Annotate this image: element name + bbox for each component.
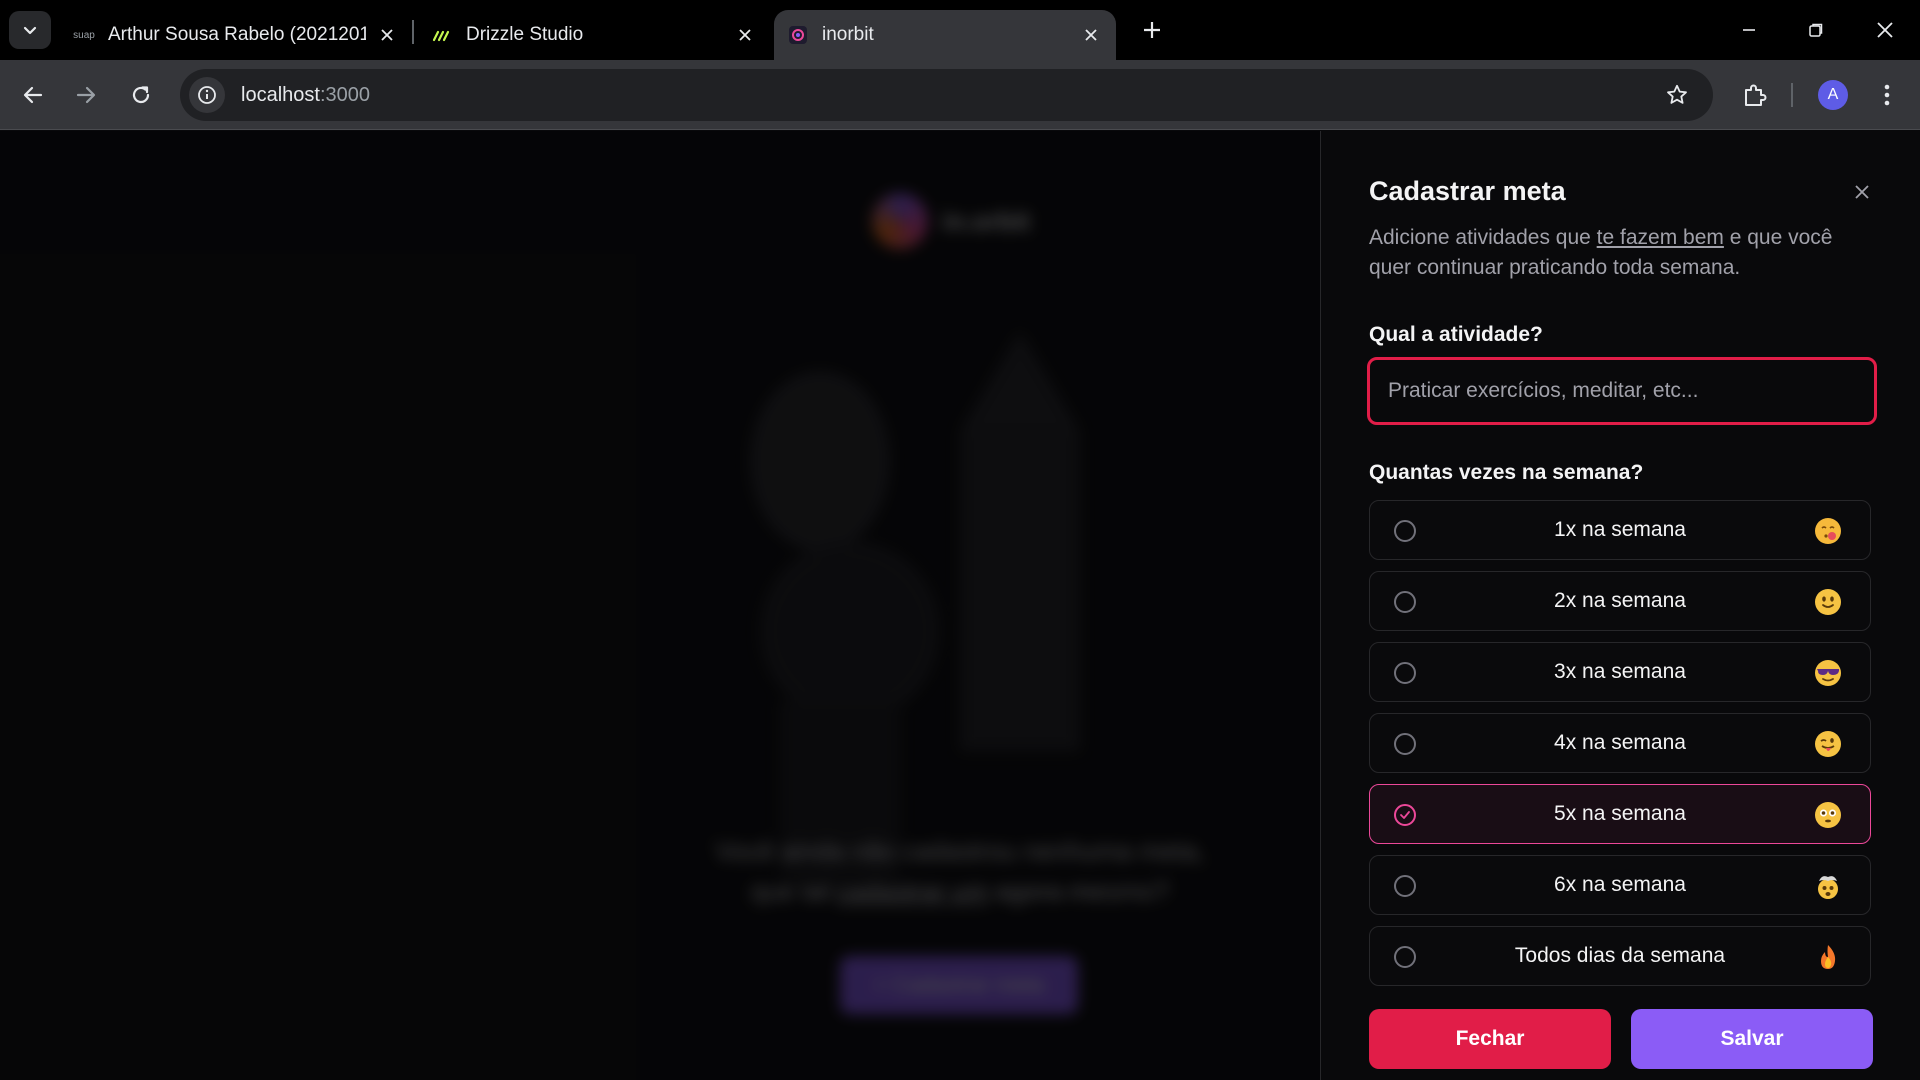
frequency-label: Quantas vezes na semana? xyxy=(1369,461,1644,484)
toolbar-separator xyxy=(1791,83,1793,107)
activity-label: Qual a atividade? xyxy=(1369,323,1543,346)
frequency-option-2x[interactable]: 2x na semana xyxy=(1369,571,1871,631)
tab-title: Arthur Sousa Rabelo (2021201 xyxy=(108,24,366,45)
browser-menu-icon[interactable] xyxy=(1870,78,1904,112)
profile-avatar[interactable]: A xyxy=(1818,80,1848,110)
address-bar[interactable]: localhost:3000 xyxy=(180,69,1713,121)
option-label: 5x na semana xyxy=(1554,802,1686,825)
close-window-button[interactable] xyxy=(1860,10,1910,50)
app-page: in.orbit Você ainda não cadastrou nenhum… xyxy=(0,131,1920,1080)
plus-icon xyxy=(1144,22,1160,38)
restore-icon xyxy=(1809,23,1823,37)
tab-separator xyxy=(412,20,414,44)
new-tab-button[interactable] xyxy=(1136,14,1168,46)
extensions-puzzle-icon[interactable] xyxy=(1738,78,1772,112)
activity-input[interactable] xyxy=(1367,357,1877,425)
frequency-option-every-day[interactable]: Todos dias da semana xyxy=(1369,926,1871,986)
winking-tongue-face-icon xyxy=(1815,731,1841,757)
option-label: Todos dias da semana xyxy=(1514,944,1726,967)
minimize-button[interactable] xyxy=(1724,10,1774,50)
url-text: localhost:3000 xyxy=(241,84,370,107)
site-info-icon[interactable] xyxy=(189,77,225,113)
arrow-right-icon xyxy=(76,86,96,104)
empty-state-backdrop: in.orbit Você ainda não cadastrou nenhum… xyxy=(0,131,1320,1080)
close-button[interactable]: Fechar xyxy=(1369,1009,1611,1069)
bookmark-star-icon[interactable] xyxy=(1663,81,1691,109)
kissing-face-icon xyxy=(1815,518,1841,544)
restore-button[interactable] xyxy=(1791,10,1841,50)
create-goal-drawer: Cadastrar meta Adicione atividades que t… xyxy=(1320,131,1920,1080)
sunglasses-face-icon xyxy=(1815,660,1841,686)
option-label: 4x na semana xyxy=(1554,731,1686,754)
url-host: localhost xyxy=(241,83,320,106)
tab-title: Drizzle Studio xyxy=(466,24,584,45)
close-tab-icon[interactable] xyxy=(734,24,756,46)
frequency-option-1x[interactable]: 1x na semana xyxy=(1369,500,1871,560)
exploding-head-icon xyxy=(1818,876,1838,899)
flushed-face-icon xyxy=(1815,802,1841,828)
slightly-smiling-face-icon xyxy=(1815,589,1841,615)
close-icon xyxy=(1855,185,1869,199)
description-prefix: Adicione atividades que xyxy=(1369,226,1597,249)
tab-search-button[interactable] xyxy=(9,11,51,49)
frequency-option-4x[interactable]: 4x na semana xyxy=(1369,713,1871,773)
chevron-down-icon xyxy=(23,26,37,35)
browser-toolbar: localhost:3000 A xyxy=(0,60,1920,130)
drizzle-favicon-icon xyxy=(432,25,452,45)
frequency-option-3x[interactable]: 3x na semana xyxy=(1369,642,1871,702)
url-port: :3000 xyxy=(319,83,370,106)
frequency-option-5x[interactable]: 5x na semana xyxy=(1369,784,1871,844)
description-highlight: te fazem bem xyxy=(1596,226,1724,249)
option-label: 3x na semana xyxy=(1554,660,1686,683)
tab-suap[interactable]: suap Arthur Sousa Rabelo (2021201 xyxy=(60,10,412,60)
minimize-icon xyxy=(1743,29,1755,31)
forward-button[interactable] xyxy=(67,76,105,114)
option-label: 1x na semana xyxy=(1554,518,1686,541)
save-button[interactable]: Salvar xyxy=(1631,1009,1873,1069)
arrow-left-icon xyxy=(23,86,43,104)
back-button[interactable] xyxy=(14,76,52,114)
drawer-title: Cadastrar meta xyxy=(1369,176,1566,206)
tab-inorbit[interactable]: inorbit xyxy=(774,10,1116,60)
inorbit-favicon-icon xyxy=(788,25,808,45)
fire-icon xyxy=(1821,945,1836,969)
close-tab-icon[interactable] xyxy=(376,24,398,46)
close-icon xyxy=(1877,22,1893,38)
reload-icon xyxy=(132,86,150,104)
reload-button[interactable] xyxy=(122,76,160,114)
drawer-close-button[interactable] xyxy=(1850,180,1874,204)
drawer-description: Adicione atividades que te fazem bem e q… xyxy=(1369,223,1879,283)
suap-favicon-icon: suap xyxy=(73,29,95,41)
option-label: 2x na semana xyxy=(1554,589,1686,612)
tab-title: inorbit xyxy=(822,24,874,45)
tab-drizzle-studio[interactable]: Drizzle Studio xyxy=(418,10,770,60)
option-label: 6x na semana xyxy=(1554,873,1686,896)
browser-tab-bar: suap Arthur Sousa Rabelo (2021201 Drizzl… xyxy=(0,0,1920,60)
modal-overlay[interactable] xyxy=(0,131,1320,1080)
frequency-option-6x[interactable]: 6x na semana xyxy=(1369,855,1871,915)
close-tab-icon[interactable] xyxy=(1080,24,1102,46)
